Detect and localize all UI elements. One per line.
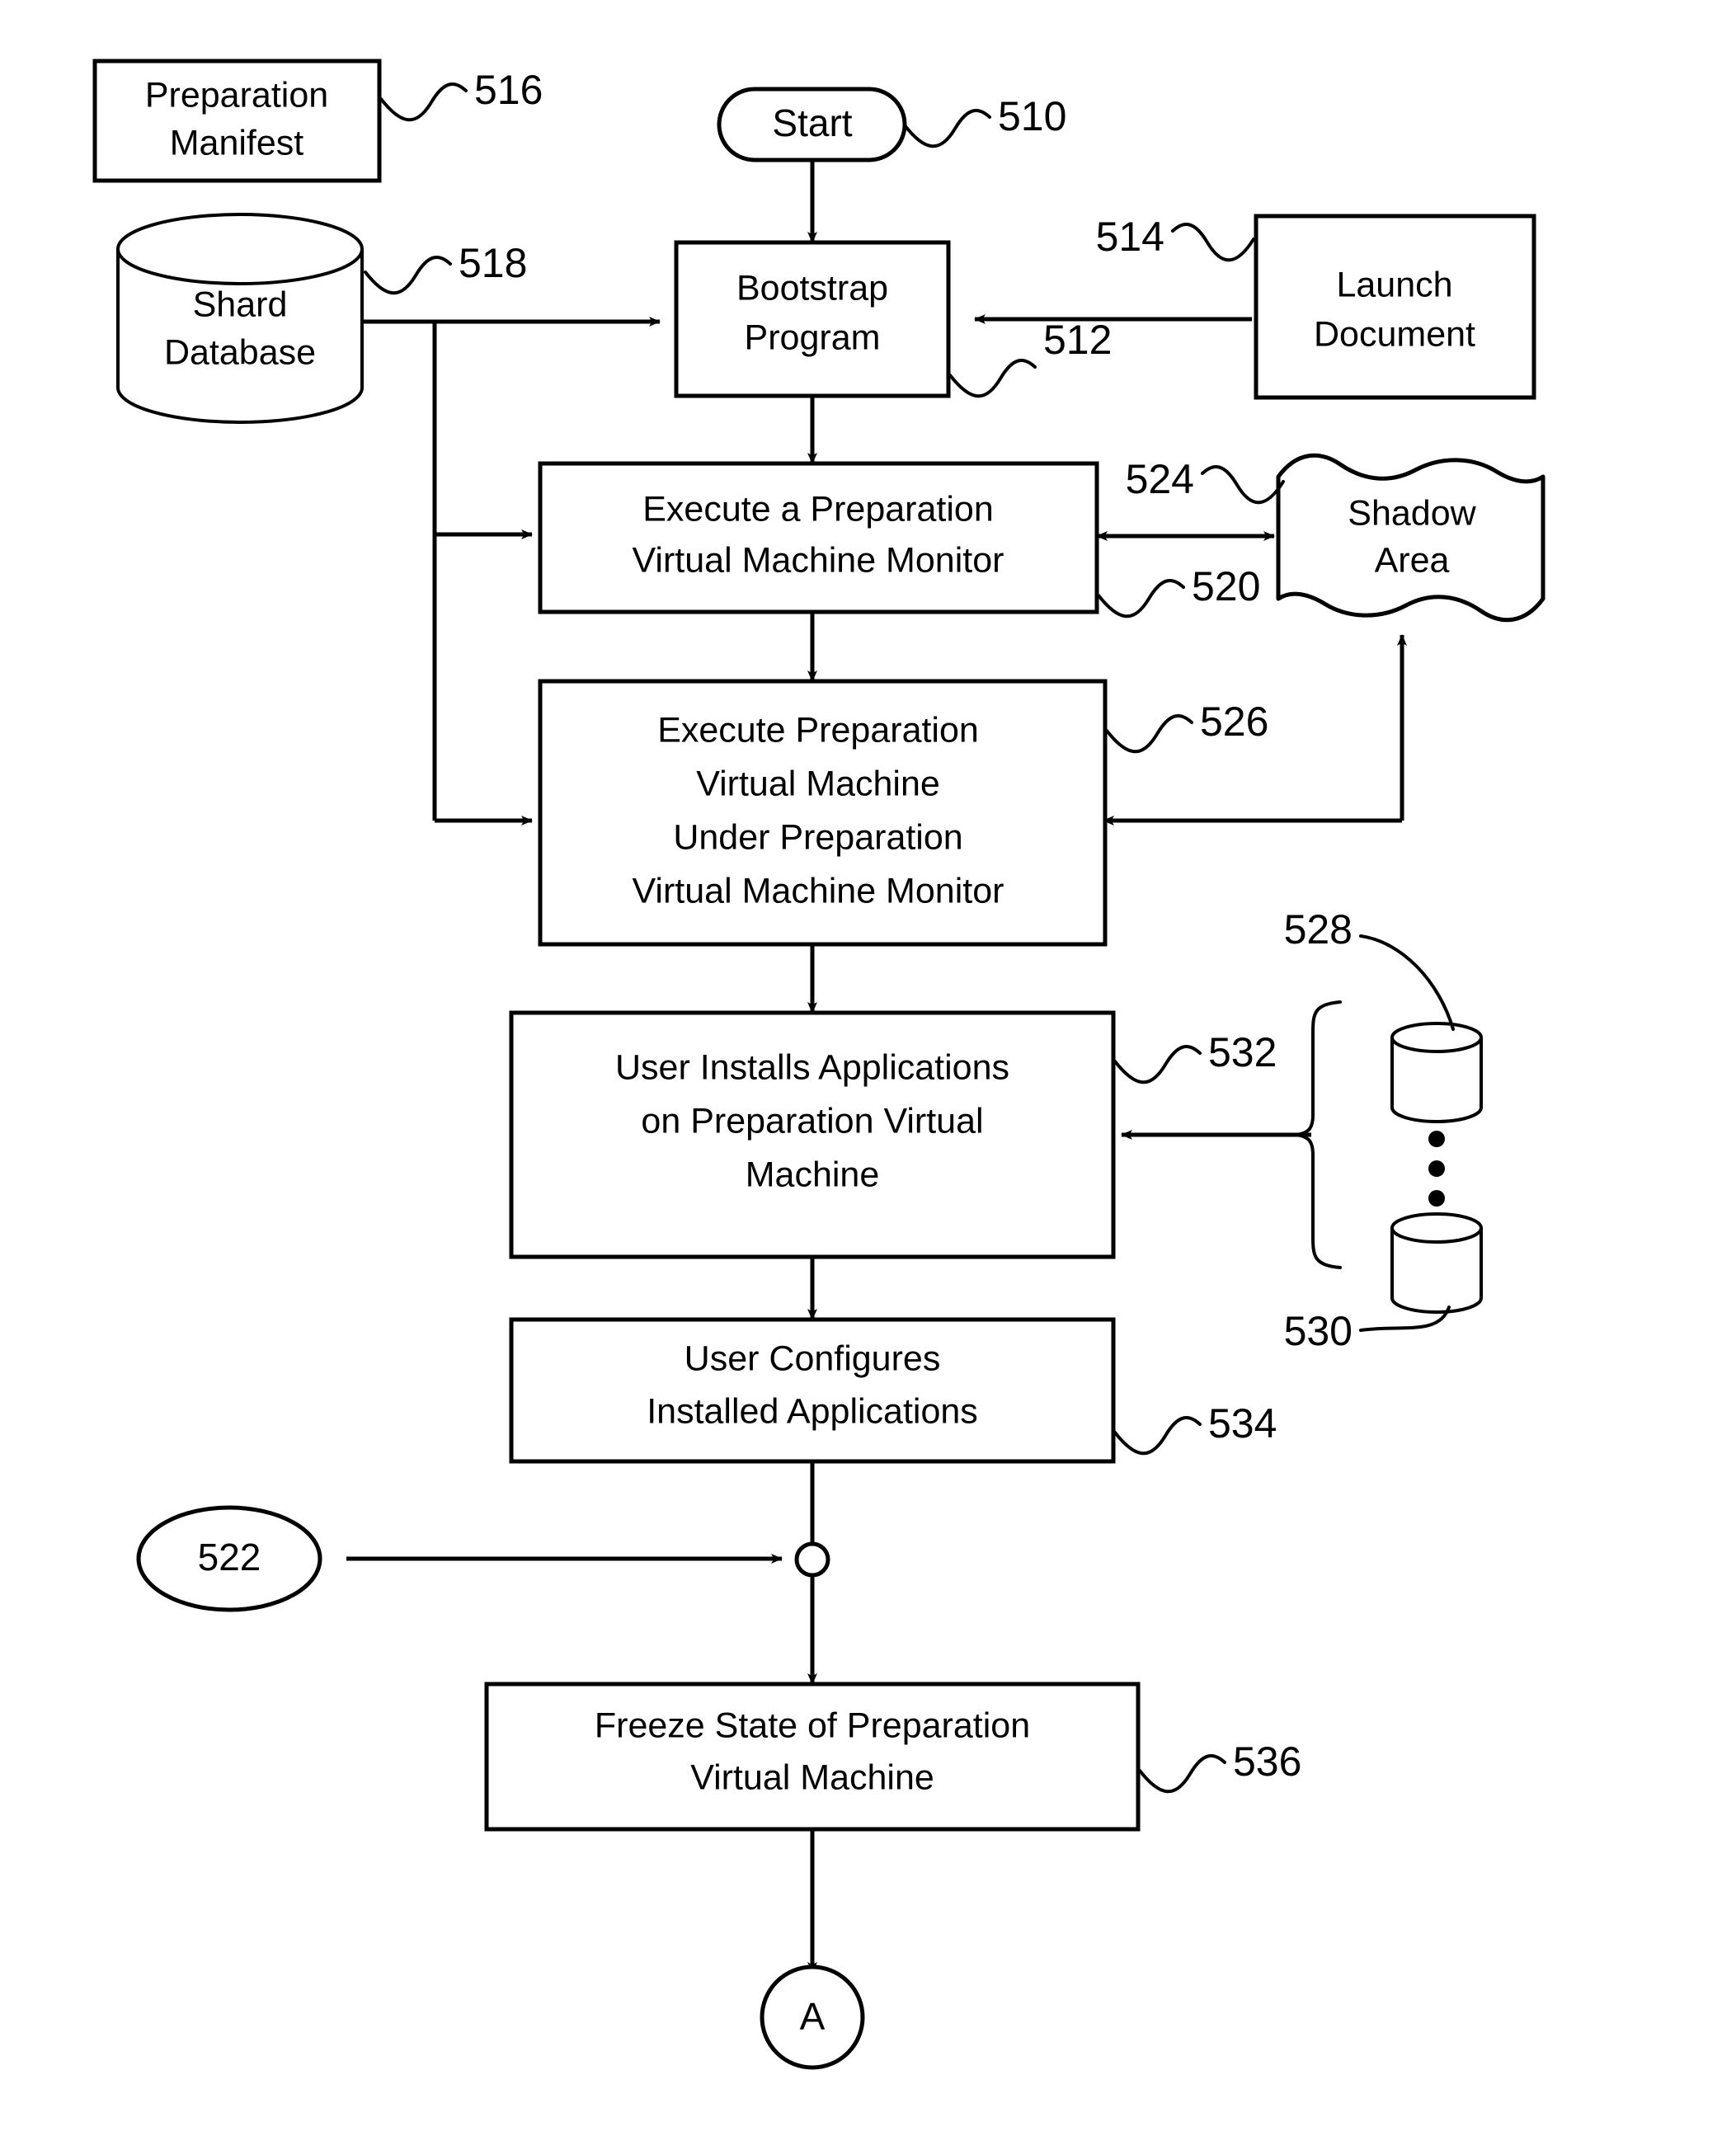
execute-preparation-vmm-box bbox=[538, 461, 1099, 614]
shard-database-line1: Shard bbox=[193, 285, 288, 324]
user-installs-line3: Machine bbox=[746, 1155, 880, 1194]
node-freeze-state: Freeze State of Preparation Virtual Mach… bbox=[484, 1682, 1141, 1832]
shard-database-cylinder-top bbox=[116, 213, 364, 285]
flowchart-canvas: Preparation Manifest 516 Shard Database … bbox=[92, 59, 1545, 2070]
freeze-state-line1: Freeze State of Preparation bbox=[595, 1705, 1030, 1745]
execute-preparation-vmm-line2: Virtual Machine Monitor bbox=[633, 540, 1004, 580]
preparation-manifest-line1: Preparation bbox=[145, 75, 328, 115]
leader-532 bbox=[1113, 1045, 1202, 1084]
ellipsis-dot-1 bbox=[1428, 1131, 1445, 1147]
flow-junction-circle bbox=[794, 1541, 830, 1578]
bootstrap-program-line1: Bootstrap bbox=[736, 268, 888, 308]
ref-label-536: 536 bbox=[1233, 1738, 1301, 1785]
leader-520 bbox=[1097, 579, 1185, 619]
user-configures-line1: User Configures bbox=[685, 1338, 941, 1378]
node-execute-preparation-vmm: Execute a Preparation Virtual Machine Mo… bbox=[538, 461, 1099, 614]
user-configures-line2: Installed Applications bbox=[647, 1391, 978, 1431]
ref-label-530: 530 bbox=[1284, 1308, 1353, 1354]
node-user-installs-applications: User Installs Applications on Preparatio… bbox=[509, 1010, 1116, 1259]
start-label: Start bbox=[772, 101, 852, 144]
freeze-state-line2: Virtual Machine bbox=[690, 1757, 934, 1797]
app-sources-brace bbox=[1296, 1000, 1342, 1269]
node-user-configures-applications: User Configures Installed Applications bbox=[509, 1317, 1116, 1464]
execute-preparation-vm-line4: Virtual Machine Monitor bbox=[633, 871, 1004, 910]
execute-preparation-vm-line3: Under Preparation bbox=[673, 817, 962, 857]
ref-label-534: 534 bbox=[1208, 1400, 1277, 1447]
node-offpage-connector-a: A bbox=[760, 1964, 865, 2070]
shadow-area-line2: Area bbox=[1375, 540, 1450, 580]
node-execute-preparation-vm: Execute Preparation Virtual Machine Unde… bbox=[538, 679, 1108, 947]
bootstrap-program-line2: Program bbox=[745, 318, 881, 357]
node-shard-database: Shard Database bbox=[116, 213, 364, 424]
execute-preparation-vm-line2: Virtual Machine bbox=[696, 764, 940, 803]
ref-label-524: 524 bbox=[1126, 456, 1194, 502]
execute-preparation-vm-line1: Execute Preparation bbox=[657, 710, 979, 750]
ref-label-516: 516 bbox=[474, 67, 543, 113]
ref-label-514: 514 bbox=[1096, 214, 1164, 260]
leader-526 bbox=[1105, 714, 1193, 754]
ref-label-512: 512 bbox=[1043, 317, 1112, 363]
app-source-top-cylinder-lid bbox=[1390, 1022, 1483, 1053]
leader-512 bbox=[948, 359, 1037, 398]
launch-document-line1: Launch bbox=[1336, 265, 1452, 304]
ref-label-532: 532 bbox=[1208, 1029, 1277, 1075]
ref-label-520: 520 bbox=[1192, 563, 1260, 609]
node-bootstrap-program: Bootstrap Program bbox=[674, 240, 951, 398]
offpage-522-label: 522 bbox=[198, 1536, 261, 1578]
ref-label-528: 528 bbox=[1284, 906, 1353, 953]
user-installs-line2: on Preparation Virtual bbox=[641, 1101, 983, 1141]
ref-label-510: 510 bbox=[998, 93, 1066, 139]
node-app-source-top bbox=[1390, 1022, 1483, 1123]
launch-document-line2: Document bbox=[1314, 314, 1475, 354]
execute-preparation-vmm-line1: Execute a Preparation bbox=[642, 489, 994, 529]
node-app-source-bottom bbox=[1390, 1212, 1483, 1314]
preparation-manifest-line2: Manifest bbox=[170, 123, 304, 162]
offpage-a-label: A bbox=[800, 1995, 826, 2038]
ref-label-518: 518 bbox=[459, 240, 527, 286]
user-installs-line1: User Installs Applications bbox=[615, 1047, 1009, 1087]
shadow-area-line1: Shadow bbox=[1348, 493, 1476, 533]
leader-524 bbox=[1201, 465, 1285, 505]
node-preparation-manifest: Preparation Manifest bbox=[92, 59, 382, 183]
patent-figure: Preparation Manifest 516 Shard Database … bbox=[0, 0, 1736, 2150]
leader-536 bbox=[1138, 1754, 1226, 1794]
ref-label-526: 526 bbox=[1200, 699, 1268, 745]
node-start: Start bbox=[717, 87, 907, 162]
leader-516 bbox=[379, 82, 468, 122]
leader-510 bbox=[903, 109, 991, 148]
leader-534 bbox=[1113, 1416, 1202, 1456]
shard-database-line2: Database bbox=[164, 332, 316, 372]
node-offpage-connector-522: 522 bbox=[136, 1505, 322, 1612]
app-source-bottom-cylinder-lid bbox=[1390, 1212, 1483, 1244]
node-shadow-area: Shadow Area bbox=[1276, 453, 1545, 623]
launch-document-box bbox=[1254, 214, 1536, 400]
leader-528 bbox=[1359, 934, 1455, 1031]
ellipsis-dot-3 bbox=[1428, 1190, 1445, 1207]
leader-514 bbox=[1171, 223, 1255, 262]
shadow-area-wavy-shape bbox=[1276, 453, 1545, 623]
ellipsis-dot-2 bbox=[1428, 1160, 1445, 1177]
leader-518 bbox=[364, 256, 452, 295]
node-launch-document: Launch Document bbox=[1254, 214, 1536, 400]
